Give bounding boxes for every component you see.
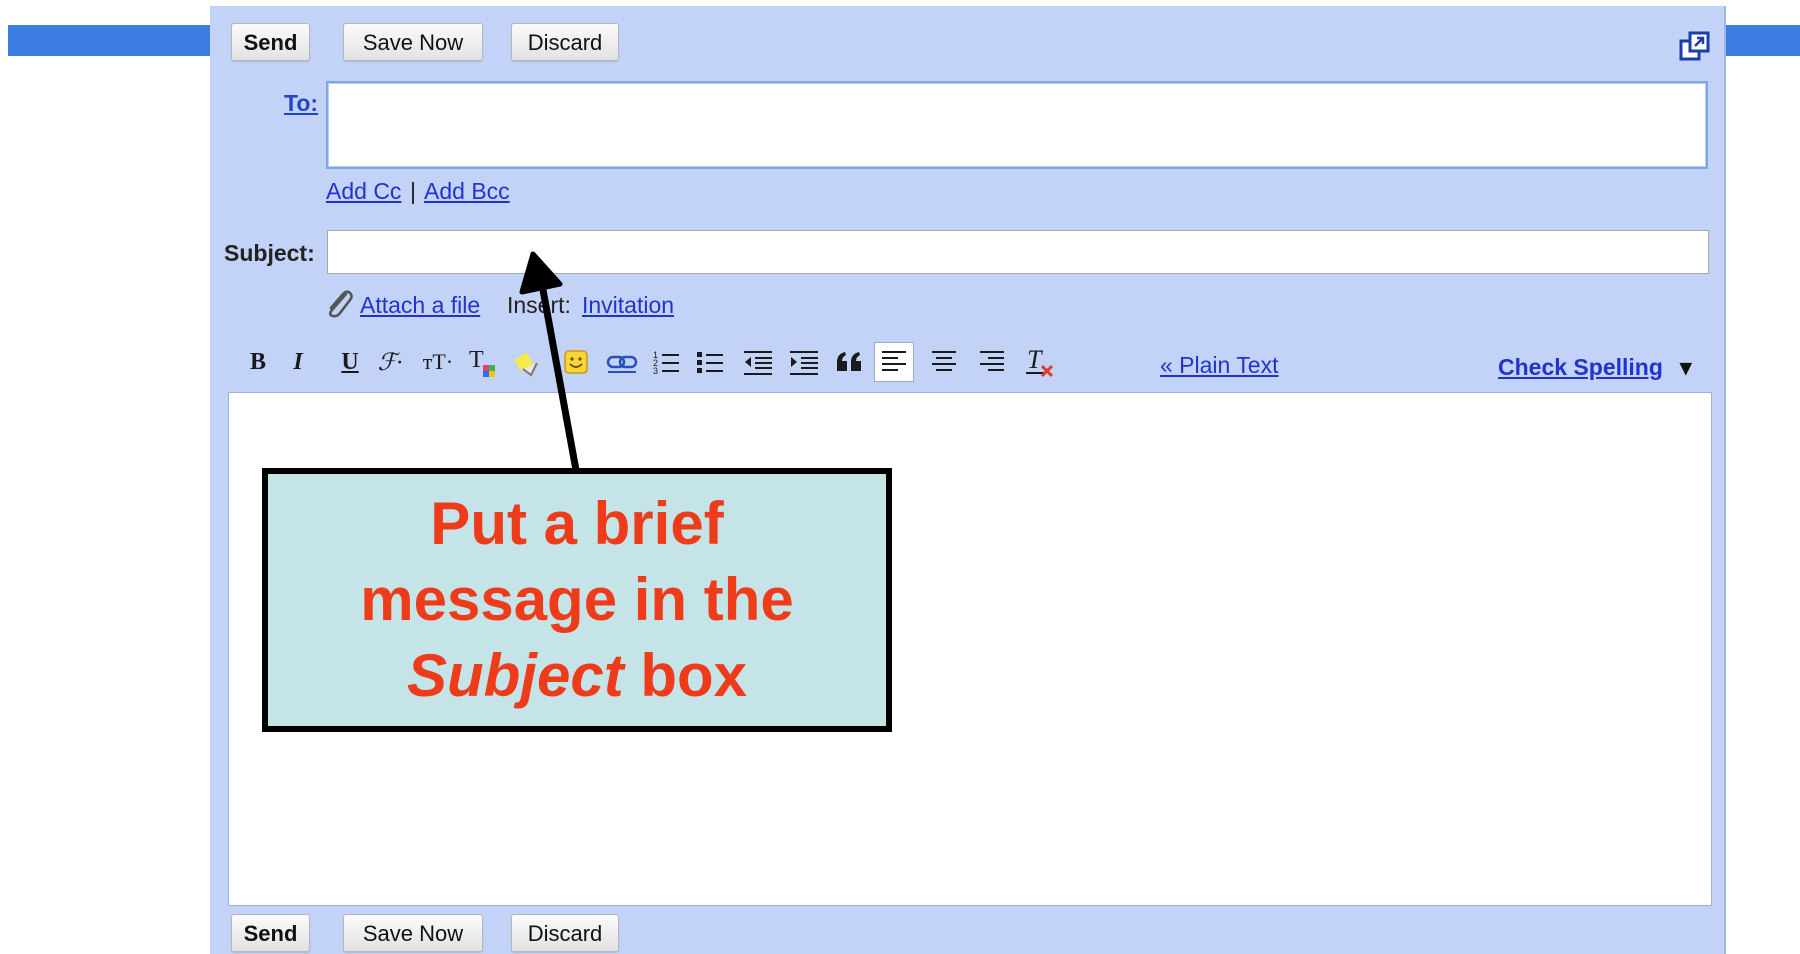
top-bar-right bbox=[1720, 25, 1800, 56]
remove-formatting-icon[interactable]: T bbox=[1020, 342, 1060, 382]
plain-text-link[interactable]: « Plain Text bbox=[1160, 352, 1278, 379]
font-icon[interactable]: ℱ· bbox=[370, 342, 410, 382]
send-button-bottom[interactable]: Send bbox=[231, 914, 310, 952]
callout-box-word: box bbox=[623, 642, 748, 709]
top-bar-left bbox=[8, 25, 214, 56]
emoticon-icon[interactable] bbox=[556, 342, 596, 382]
check-spelling-link[interactable]: Check Spelling bbox=[1498, 354, 1663, 381]
subject-input[interactable] bbox=[327, 230, 1709, 274]
bulleted-list-icon[interactable] bbox=[690, 342, 730, 382]
quote-icon[interactable] bbox=[830, 342, 870, 382]
callout-line-1: Put a brief bbox=[430, 490, 724, 557]
svg-text:T: T bbox=[1027, 346, 1043, 374]
callout-line-2: message in the bbox=[360, 566, 794, 633]
bold-icon[interactable]: B bbox=[238, 342, 278, 382]
formatting-toolbar: B I U ℱ· тT· T 1 2 3 T bbox=[238, 342, 1708, 382]
subject-label: Subject: bbox=[224, 240, 315, 266]
align-center-icon[interactable] bbox=[924, 342, 964, 382]
instruction-callout: Put a brief message in the Subject box bbox=[262, 468, 892, 732]
attach-file-link[interactable]: Attach a file bbox=[360, 292, 480, 319]
add-cc-link[interactable]: Add Cc bbox=[326, 178, 401, 205]
callout-line-3: Subject box bbox=[407, 638, 747, 714]
to-label-link[interactable]: To: bbox=[284, 90, 318, 117]
paperclip-icon bbox=[328, 290, 353, 318]
discard-button-bottom[interactable]: Discard bbox=[511, 914, 619, 952]
italic-icon[interactable]: I bbox=[278, 342, 318, 382]
check-spelling-dropdown-icon[interactable]: ▾ bbox=[1680, 354, 1692, 381]
screen: Send Save Now Discard To: Add Cc | Add B… bbox=[0, 0, 1800, 954]
numbered-list-icon[interactable]: 1 2 3 bbox=[646, 342, 686, 382]
send-button[interactable]: Send bbox=[231, 23, 310, 61]
callout-subject-word: Subject bbox=[406, 642, 624, 709]
save-now-button[interactable]: Save Now bbox=[343, 23, 483, 61]
underline-icon[interactable]: U bbox=[330, 342, 370, 382]
insert-label: Insert: bbox=[507, 292, 571, 318]
svg-text:3: 3 bbox=[653, 366, 658, 376]
discard-button[interactable]: Discard bbox=[511, 23, 619, 61]
text-size-icon[interactable]: тT· bbox=[418, 342, 458, 382]
align-left-icon[interactable] bbox=[874, 342, 914, 382]
to-field[interactable] bbox=[326, 81, 1708, 169]
highlight-icon[interactable] bbox=[508, 342, 548, 382]
insert-invitation-link[interactable]: Invitation bbox=[582, 292, 674, 319]
outdent-icon[interactable] bbox=[738, 342, 778, 382]
pop-out-icon[interactable] bbox=[1678, 30, 1712, 64]
link-icon[interactable] bbox=[602, 342, 642, 382]
text-color-icon[interactable]: T bbox=[463, 342, 503, 382]
cc-bcc-separator: | bbox=[410, 178, 416, 204]
indent-icon[interactable] bbox=[784, 342, 824, 382]
add-bcc-link[interactable]: Add Bcc bbox=[424, 178, 510, 205]
svg-text:T: T bbox=[469, 347, 484, 373]
save-now-button-bottom[interactable]: Save Now bbox=[343, 914, 483, 952]
align-right-icon[interactable] bbox=[972, 342, 1012, 382]
